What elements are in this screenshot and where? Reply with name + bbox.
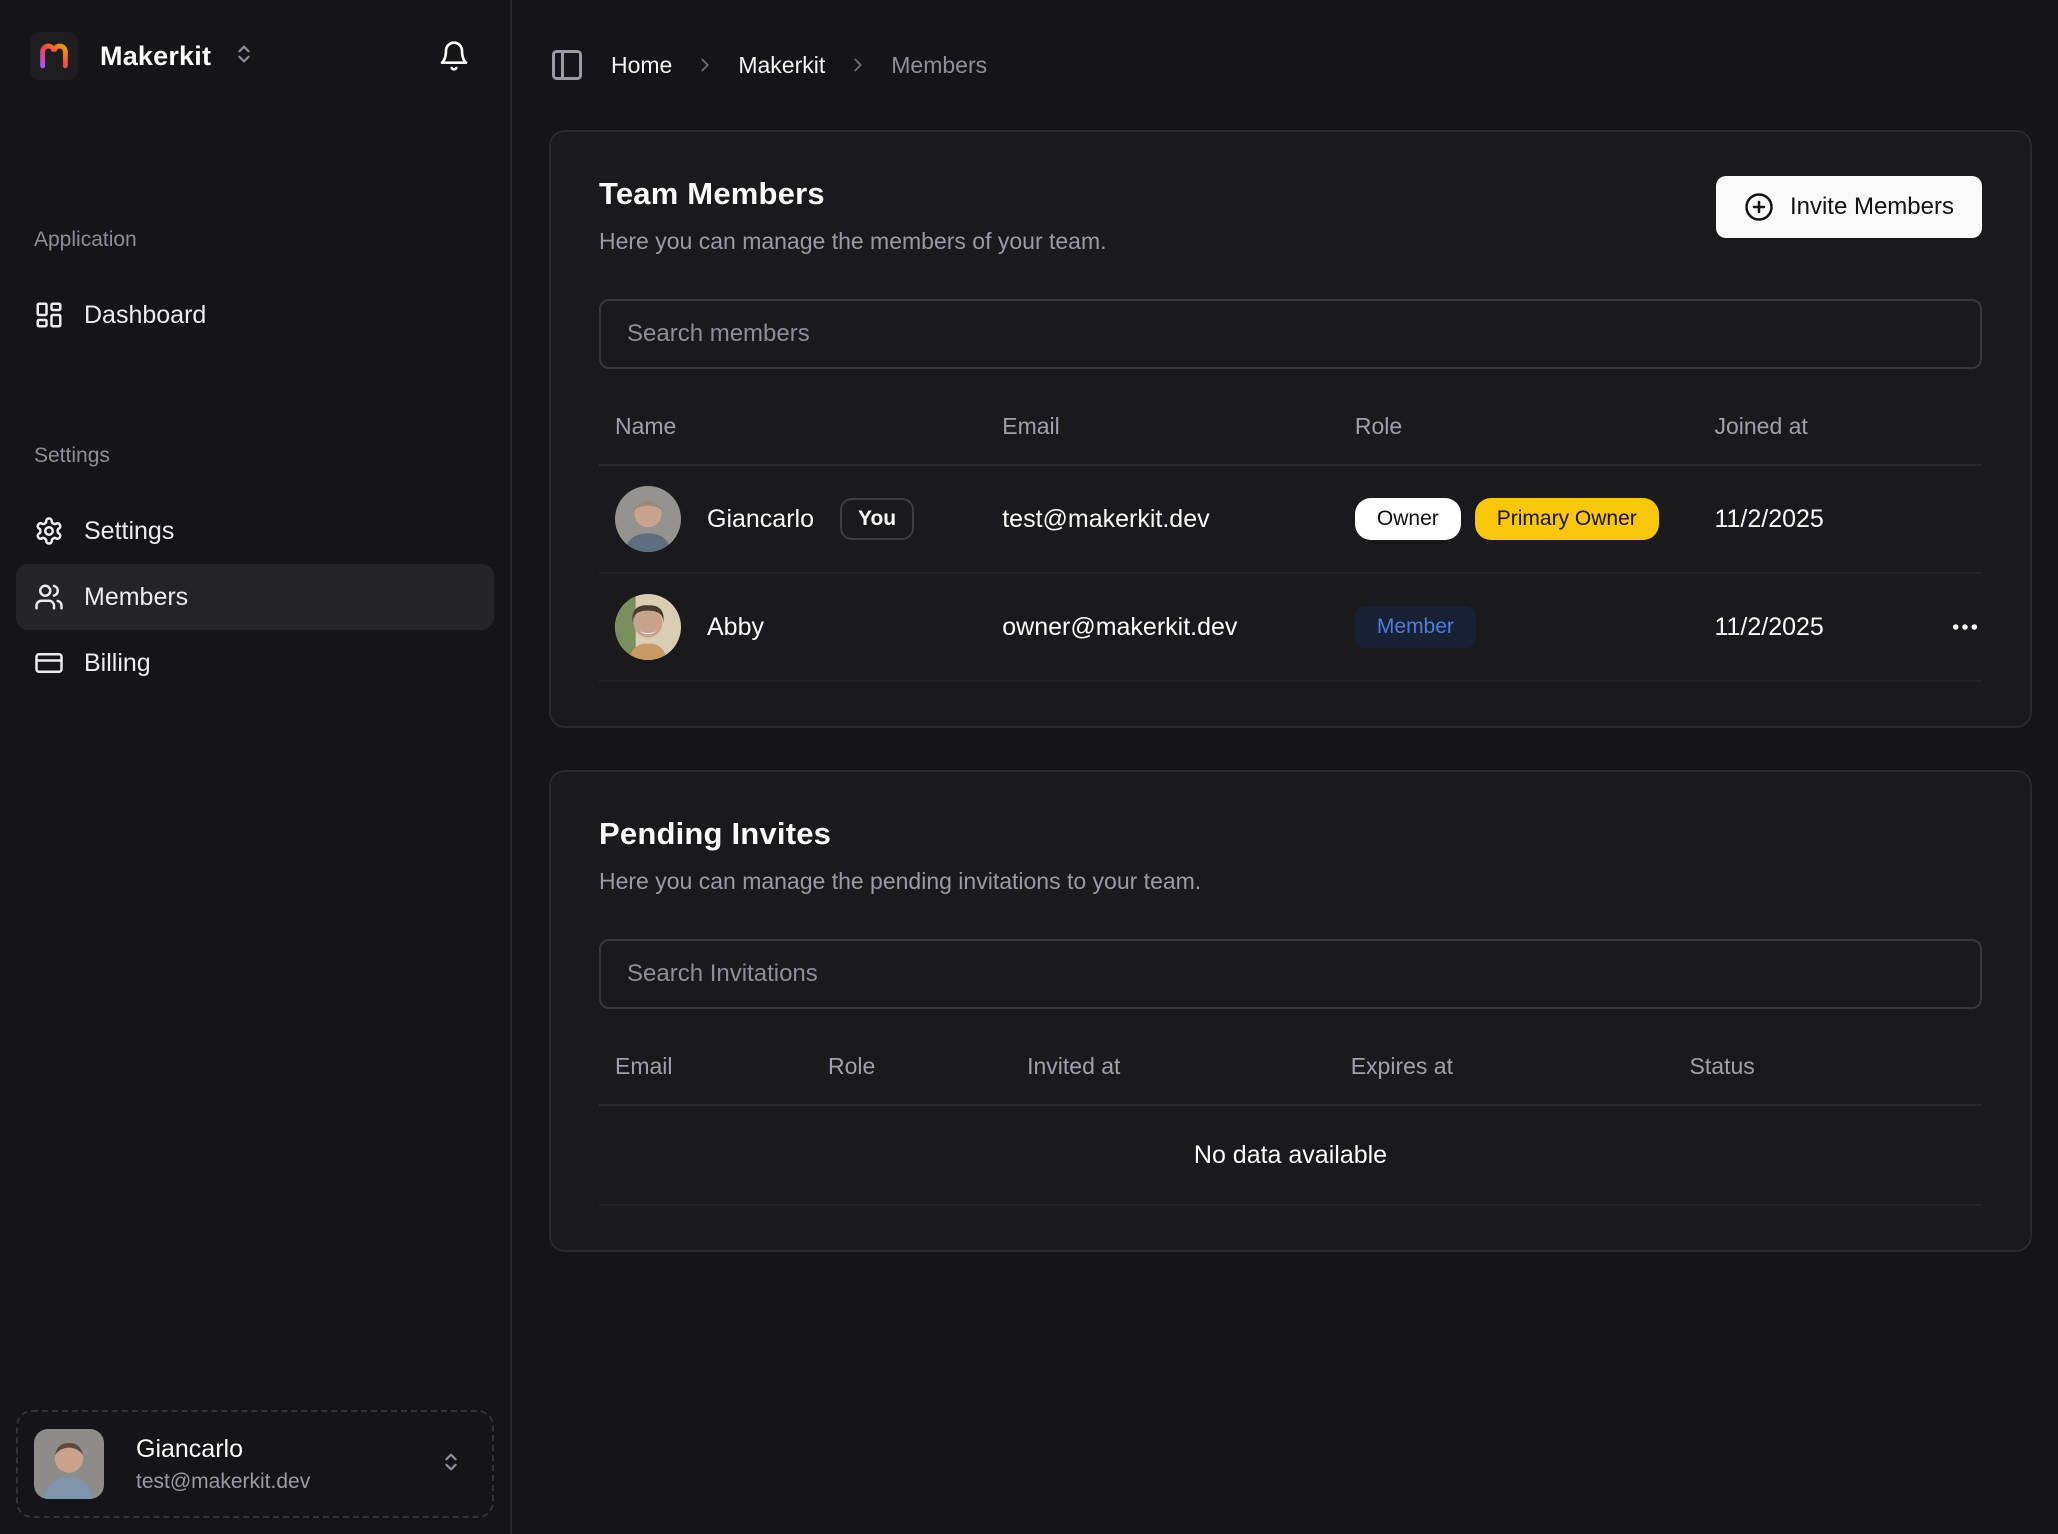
sidebar: Makerkit Application [0,0,512,1534]
chevrons-up-down-icon [440,1451,462,1478]
notifications-button[interactable] [438,40,470,72]
role-badge-owner: Owner [1355,498,1461,540]
sidebar-item-label: Dashboard [84,301,206,330]
no-data-message: No data available [599,1105,1982,1205]
member-email: owner@makerkit.dev [986,573,1339,681]
column-header-status: Status [1674,1029,1982,1105]
sidebar-nav: Application Dashboard Settings [0,228,510,1394]
nav-section-label: Application [16,228,494,252]
sidebar-item-label: Members [84,583,188,612]
search-members-input[interactable] [599,299,1982,369]
pending-invites-subtitle: Here you can manage the pending invitati… [599,868,1201,895]
role-badge-member: Member [1355,606,1476,648]
topbar: Home Makerkit Members [549,0,2032,130]
account-menu-trigger[interactable]: Giancarlo test@makerkit.dev [16,1410,494,1518]
main-content: Home Makerkit Members Team Members Here … [512,0,2058,1534]
sidebar-item-label: Settings [84,517,174,546]
avatar [615,594,681,660]
members-table: Name Email Role Joined at [599,389,1982,682]
column-header-role: Role [1339,389,1699,465]
app-root: Makerkit Application [0,0,2058,1534]
member-name-cell: Abby [615,594,970,660]
bell-icon [438,40,470,72]
nav-section-label: Settings [16,444,494,468]
column-header-expires: Expires at [1335,1029,1674,1105]
sidebar-item-settings[interactable]: Settings [16,498,494,564]
member-name: Giancarlo [707,505,814,534]
team-members-subtitle: Here you can manage the members of your … [599,228,1107,255]
dashboard-icon [34,300,64,330]
account-name: Giancarlo [136,1435,408,1464]
chevron-right-icon [847,54,869,76]
column-header-role: Role [812,1029,1011,1105]
row-actions-button[interactable] [1943,605,1987,649]
account-info: Giancarlo test@makerkit.dev [136,1435,408,1494]
members-table-header-row: Name Email Role Joined at [599,389,1982,465]
breadcrumb: Home Makerkit Members [611,52,987,79]
circle-plus-icon [1744,192,1774,222]
column-header-actions [1927,389,1982,465]
table-row: Giancarlo You test@makerkit.dev Owner Pr… [599,465,1982,573]
users-icon [34,582,64,612]
makerkit-logo [30,32,78,80]
column-header-email: Email [986,389,1339,465]
nav-section-application: Application Dashboard [16,228,494,348]
ellipsis-icon [1949,611,1981,643]
column-header-email: Email [599,1029,812,1105]
member-roles: Member [1355,606,1683,648]
breadcrumb-members: Members [891,52,987,79]
column-header-joined: Joined at [1698,389,1926,465]
column-header-name: Name [599,389,986,465]
workspace-selector[interactable]: Makerkit [30,32,255,80]
breadcrumb-makerkit[interactable]: Makerkit [738,52,825,79]
panel-left-icon [549,47,585,83]
nav-section-settings: Settings Settings [16,444,494,696]
sidebar-item-billing[interactable]: Billing [16,630,494,696]
member-roles: Owner Primary Owner [1355,498,1683,540]
table-row: Abby owner@makerkit.dev Member 11/2/2025 [599,573,1982,681]
sidebar-item-label: Billing [84,649,151,678]
sidebar-header: Makerkit [0,0,510,104]
pending-invites-card: Pending Invites Here you can manage the … [549,770,2032,1252]
sidebar-footer: Giancarlo test@makerkit.dev [0,1394,510,1534]
member-name: Abby [707,613,764,642]
account-email: test@makerkit.dev [136,1470,408,1494]
sidebar-item-members[interactable]: Members [16,564,494,630]
invites-table: Email Role Invited at Expires at Status … [599,1029,1982,1206]
team-members-card: Team Members Here you can manage the mem… [549,130,2032,728]
chevrons-up-down-icon [233,43,255,70]
member-name-cell: Giancarlo You [615,486,970,552]
sidebar-item-dashboard[interactable]: Dashboard [16,282,494,348]
workspace-name: Makerkit [100,41,211,72]
avatar [615,486,681,552]
search-invitations-input[interactable] [599,939,1982,1009]
member-email: test@makerkit.dev [986,465,1339,573]
credit-card-icon [34,648,64,678]
team-members-header: Team Members Here you can manage the mem… [599,176,1982,255]
breadcrumb-home[interactable]: Home [611,52,672,79]
invites-table-header-row: Email Role Invited at Expires at Status [599,1029,1982,1105]
role-badge-primary-owner: Primary Owner [1475,498,1659,540]
user-avatar [34,1429,104,1499]
column-header-invited: Invited at [1011,1029,1335,1105]
sidebar-toggle-button[interactable] [549,47,585,83]
team-members-title: Team Members [599,176,1107,212]
chevron-right-icon [694,54,716,76]
gear-icon [34,516,64,546]
empty-state-row: No data available [599,1105,1982,1205]
member-joined-at: 11/2/2025 [1698,465,1926,573]
you-badge: You [840,498,914,540]
invite-members-button[interactable]: Invite Members [1716,176,1982,238]
invite-members-label: Invite Members [1790,193,1954,221]
pending-invites-header: Pending Invites Here you can manage the … [599,816,1982,895]
pending-invites-title: Pending Invites [599,816,1201,852]
member-joined-at: 11/2/2025 [1698,573,1926,681]
